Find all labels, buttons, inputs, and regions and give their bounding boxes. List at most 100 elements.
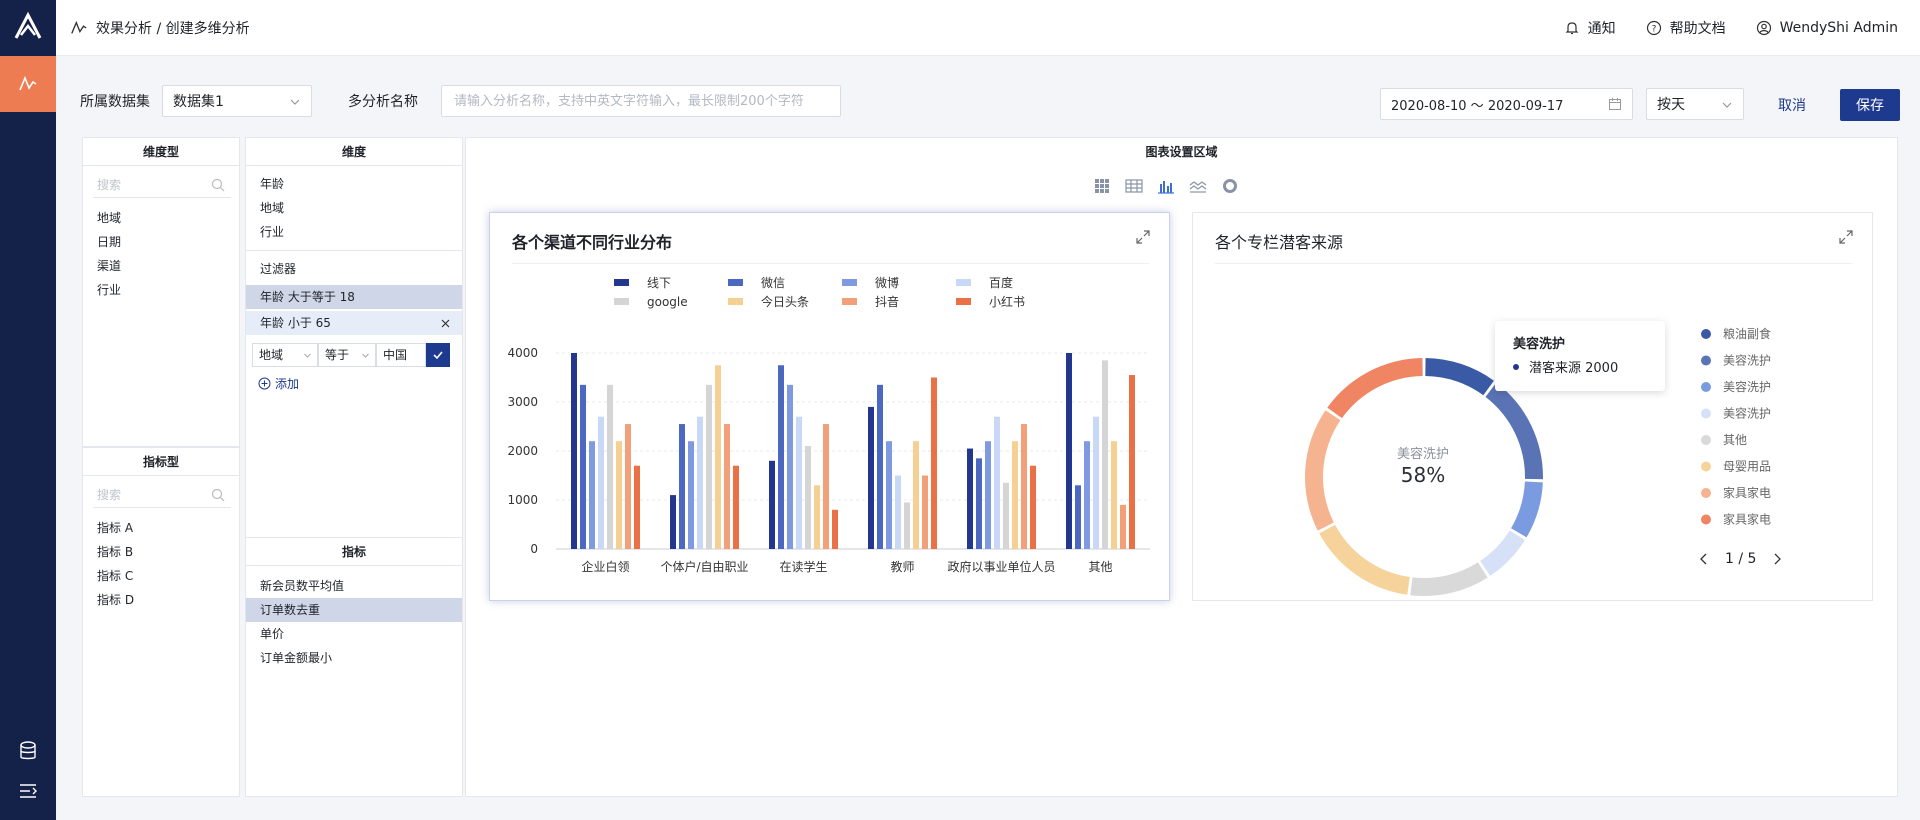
dimension-item[interactable]: 地域 (83, 206, 239, 230)
donut-center-value: 58% (1400, 463, 1446, 487)
add-filter-label: 添加 (275, 377, 300, 391)
filter-item[interactable]: 年龄 大于等于 18 (246, 285, 462, 309)
grid-view-button[interactable] (1092, 176, 1112, 196)
table-view-button[interactable] (1124, 176, 1144, 196)
legend-label: 粮油副食 (1723, 326, 1771, 341)
chevron-left-icon[interactable] (1699, 553, 1709, 565)
bar (1012, 441, 1018, 549)
help-button[interactable]: ? 帮助文档 (1646, 18, 1726, 38)
legend-label: 百度 (989, 275, 1013, 290)
dimension-item[interactable]: 行业 (83, 278, 239, 302)
metric-search-input[interactable] (93, 484, 223, 506)
panel-title: 维度型 (83, 138, 239, 166)
dimension-section-title: 维度 (246, 138, 462, 166)
save-button[interactable]: 保存 (1840, 89, 1900, 121)
analysis-icon (71, 20, 87, 34)
legend-label: 抖音 (875, 294, 899, 309)
bar (616, 441, 622, 549)
bar (976, 458, 982, 549)
check-icon (433, 351, 443, 360)
metric-item[interactable]: 指标 D (83, 588, 239, 612)
dimension-item[interactable]: 渠道 (83, 254, 239, 278)
user-icon (1756, 20, 1771, 36)
bar (877, 384, 883, 549)
analysis-name-input[interactable] (441, 85, 841, 117)
donut-chart-card[interactable]: 各个专栏潜客来源 粮油副食 美容洗护 美容洗护 美容洗护 其他 母婴用品 家具家电 家具家电 … (1192, 212, 1873, 601)
bar (679, 424, 685, 549)
filter-item[interactable]: 年龄 小于 65 (246, 311, 462, 335)
bar (868, 406, 874, 549)
bar (670, 495, 676, 549)
selected-metric[interactable]: 单价 (246, 622, 462, 646)
breadcrumb-text[interactable]: 效果分析 / 创建多维分析 (96, 18, 250, 38)
analysis-icon (19, 75, 37, 91)
filter-confirm-button[interactable] (426, 343, 450, 367)
granularity-select[interactable]: 按天 (1646, 88, 1744, 120)
dimension-search[interactable] (93, 174, 231, 198)
chevron-down-icon (290, 99, 300, 105)
x-tick-label: 其他 (1088, 560, 1112, 574)
bar (715, 365, 721, 549)
filter-operator-select[interactable]: 等于 (318, 343, 376, 367)
dimension-item[interactable]: 日期 (83, 230, 239, 254)
selected-metric[interactable]: 新会员数平均值 (246, 574, 462, 598)
bar (634, 465, 640, 549)
date-range-picker[interactable]: 2020-08-10 ～ 2020-09-17 (1380, 88, 1633, 120)
legend-label: 微信 (761, 276, 785, 290)
bar (778, 365, 784, 549)
config-panel: 维度 年龄 地域 行业 过滤器 年龄 大于等于 18 年龄 小于 65 地域 等… (245, 137, 463, 797)
dimension-search-input[interactable] (93, 174, 223, 196)
bar (1120, 504, 1126, 549)
bar (985, 441, 991, 549)
filter-value-input[interactable]: 中国 (376, 343, 426, 367)
bar (625, 424, 631, 549)
donut-slice (1305, 410, 1341, 531)
nav-analysis[interactable] (0, 56, 56, 112)
bar (796, 416, 802, 549)
selected-metric[interactable]: 订单金额最小 (246, 646, 462, 670)
selected-dimension[interactable]: 地域 (246, 196, 462, 220)
selected-metric[interactable]: 订单数去重 (246, 598, 462, 622)
bar-chart-card[interactable]: 各个渠道不同行业分布 0 1000 2000 3000 4000 企业白领 个体户/自由职业… (489, 212, 1170, 601)
donut-chart-button[interactable] (1220, 176, 1240, 196)
cancel-button[interactable]: 取消 (1778, 95, 1806, 115)
bar (814, 485, 820, 549)
notification-button[interactable]: 通知 (1564, 18, 1616, 38)
metric-item[interactable]: 指标 B (83, 540, 239, 564)
legend-swatch (728, 298, 743, 305)
legend-label: 微博 (875, 275, 899, 290)
bar-chart-button[interactable] (1156, 176, 1176, 196)
database-icon[interactable] (17, 740, 39, 762)
x-tick-label: 教师 (890, 559, 914, 574)
selected-dimension[interactable]: 行业 (246, 220, 462, 244)
chevron-down-icon (362, 353, 369, 358)
bar (967, 448, 973, 549)
metric-item[interactable]: 指标 C (83, 564, 239, 588)
legend-label: google (647, 295, 688, 309)
selected-dimension[interactable]: 年龄 (246, 172, 462, 196)
add-filter-button[interactable]: 添加 (246, 375, 462, 392)
y-tick-label: 2000 (507, 444, 538, 458)
metric-item[interactable]: 指标 A (83, 516, 239, 540)
x-tick-label: 企业白领 (581, 559, 629, 574)
bar-chart: 0 1000 2000 3000 4000 企业白领 个体户/自由职业 在读学生 教师 政府以事业… (507, 275, 1150, 574)
user-menu[interactable]: WendyShi Admin (1756, 20, 1898, 36)
panel-title: 指标型 (83, 448, 239, 476)
donut-slice (1327, 358, 1423, 419)
donut-chart: 粮油副食美容洗护美容洗护美容洗护其他母婴用品家具家电家具家电 (1305, 326, 1771, 596)
calendar-icon (1609, 98, 1621, 110)
logo-icon[interactable] (12, 10, 44, 42)
chevron-down-icon (1722, 102, 1732, 108)
metric-search[interactable] (93, 484, 231, 508)
bar (904, 502, 910, 549)
analysis-name-label: 多分析名称 (348, 94, 418, 110)
menu-collapse-icon[interactable] (17, 780, 39, 802)
bar (823, 424, 829, 549)
notification-label: 通知 (1587, 21, 1616, 37)
dataset-select[interactable]: 数据集1 (162, 85, 312, 117)
legend-label: 母婴用品 (1723, 460, 1771, 474)
close-icon[interactable] (441, 319, 450, 328)
chevron-right-icon[interactable] (1772, 553, 1782, 565)
filter-field-select[interactable]: 地域 (252, 343, 318, 367)
area-chart-button[interactable] (1188, 176, 1208, 196)
